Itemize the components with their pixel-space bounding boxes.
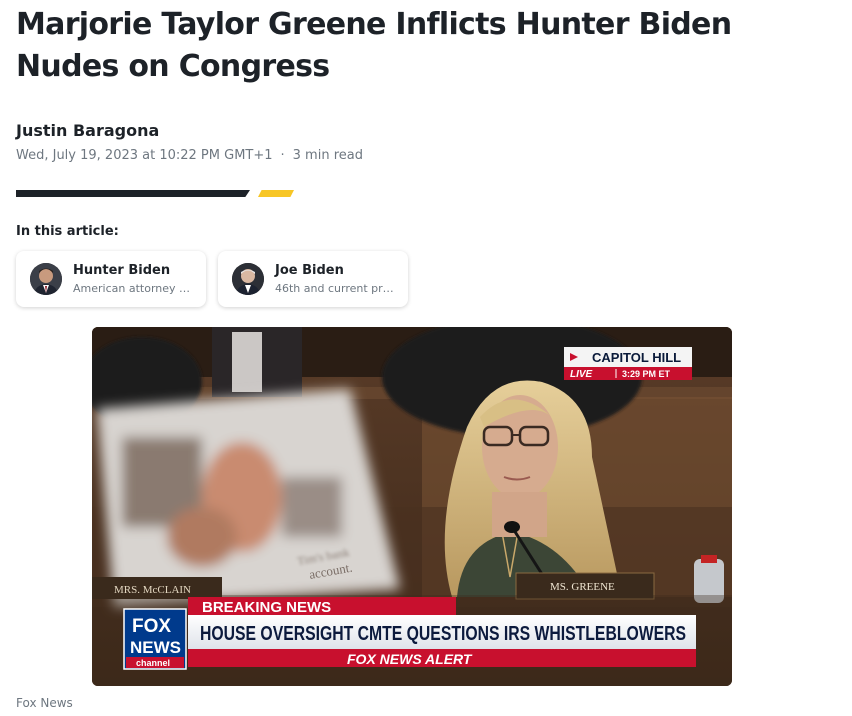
nameplate-greene: MS. GREENE bbox=[550, 581, 615, 593]
in-this-article-heading: In this article: bbox=[16, 224, 119, 239]
entity-card-hunter-biden[interactable]: Hunter Biden American attorney … bbox=[16, 251, 206, 307]
ticker-headline: HOUSE OVERSIGHT CMTE QUESTIONS IRS WHIST… bbox=[200, 623, 686, 645]
avatar bbox=[30, 263, 62, 295]
publish-date: Wed, July 19, 2023 at 10:22 PM GMT+1 bbox=[16, 148, 273, 163]
article-meta: Wed, July 19, 2023 at 10:22 PM GMT+1 · 3… bbox=[16, 148, 363, 163]
entity-name: Hunter Biden bbox=[73, 263, 171, 278]
meta-separator: · bbox=[280, 148, 285, 163]
divider-bar bbox=[16, 190, 250, 197]
entity-name: Joe Biden bbox=[275, 263, 344, 278]
broadcast-time: 3:29 PM ET bbox=[622, 369, 671, 379]
entity-description: American attorney … bbox=[73, 282, 191, 295]
read-time: 3 min read bbox=[292, 148, 363, 163]
breaking-news-label: BREAKING NEWS bbox=[202, 599, 331, 616]
article-headline: Marjorie Taylor Greene Inflicts Hunter B… bbox=[16, 7, 732, 84]
author-link[interactable]: Justin Baragona bbox=[16, 121, 159, 140]
nameplate-mcclain: MRS. McCLAIN bbox=[114, 584, 191, 596]
capitol-hill-label: CAPITOL HILL bbox=[592, 350, 681, 365]
fox-news-alert-label: FOX NEWS ALERT bbox=[347, 651, 473, 667]
entity-card-joe-biden[interactable]: Joe Biden 46th and current pr… bbox=[218, 251, 408, 307]
fox-news-logo: FOX NEWS channel bbox=[123, 608, 187, 670]
logo-text: NEWS bbox=[130, 638, 181, 657]
live-bug: CAPITOL HILL LIVE 3:29 PM ET bbox=[564, 347, 692, 380]
live-label: LIVE bbox=[570, 369, 593, 380]
avatar bbox=[232, 263, 264, 295]
logo-text: channel bbox=[136, 658, 170, 668]
media-caption: Fox News bbox=[16, 696, 73, 710]
entity-description: 46th and current pr… bbox=[275, 282, 394, 295]
divider-accent bbox=[258, 190, 294, 197]
logo-text: FOX bbox=[132, 616, 171, 637]
article-video-image[interactable]: Tim's bank account. MRS. McCLAIN MS. GRE… bbox=[92, 327, 732, 686]
